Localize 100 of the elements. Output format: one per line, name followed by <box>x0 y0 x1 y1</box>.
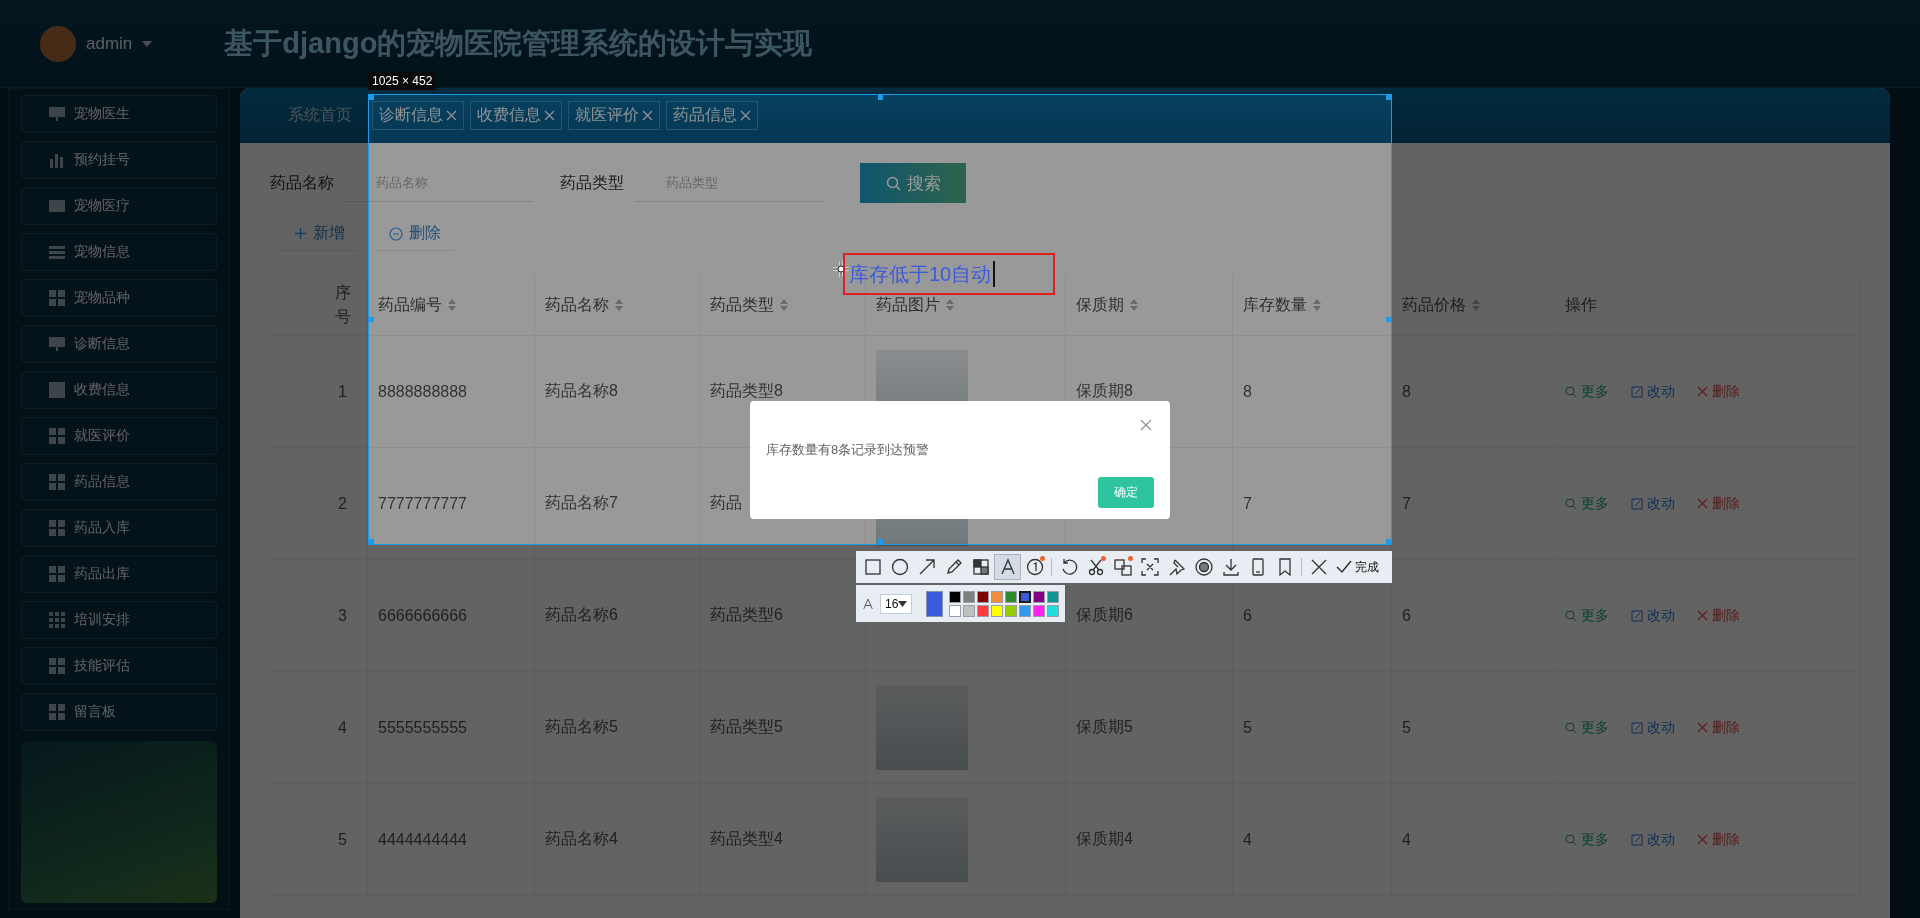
resize-handle[interactable] <box>877 95 883 100</box>
column-header[interactable]: 药品价格 <box>1392 275 1555 336</box>
color-swatch[interactable] <box>1019 590 1031 603</box>
sidebar-item[interactable]: 宠物信息 <box>21 233 217 271</box>
sidebar-item[interactable]: 诊断信息 <box>21 325 217 363</box>
table-cell: 8888888888 <box>378 382 467 401</box>
sidebar-item[interactable]: 留言板 <box>21 693 217 731</box>
sort-icon[interactable] <box>1313 299 1321 311</box>
search-icon <box>1565 497 1577 510</box>
column-header[interactable]: 药品名称 <box>535 275 700 336</box>
delete-link[interactable]: 删除 <box>1697 606 1740 625</box>
sidebar-item[interactable]: 宠物品种 <box>21 279 217 317</box>
table-cell-text: 药品名称5 <box>545 717 618 737</box>
color-swatch[interactable] <box>1005 590 1017 603</box>
resize-handle[interactable] <box>1386 539 1391 544</box>
delete-link[interactable]: 删除 <box>1697 830 1740 849</box>
close-icon <box>1697 498 1708 509</box>
tab[interactable]: 收费信息 <box>470 101 562 130</box>
delete-link[interactable]: 删除 <box>1697 494 1740 513</box>
toolbar-button[interactable] <box>994 554 1021 580</box>
tab[interactable]: 就医评价 <box>568 101 660 130</box>
search-button[interactable]: 搜索 <box>860 163 966 203</box>
more-link[interactable]: 更多 <box>1565 494 1609 513</box>
color-swatch[interactable] <box>1005 604 1017 617</box>
color-swatch[interactable] <box>991 604 1003 617</box>
sidebar-item[interactable]: 药品出库 <box>21 555 217 593</box>
color-swatch[interactable] <box>963 604 975 617</box>
caret-icon[interactable] <box>142 40 153 47</box>
table-cell: 6 <box>1243 606 1252 625</box>
font-size-select[interactable]: 16 <box>880 593 913 614</box>
sidebar-item[interactable]: 药品入库 <box>21 509 217 547</box>
color-swatch[interactable] <box>949 590 961 603</box>
table-cell: 6 <box>1402 606 1411 625</box>
delete-link[interactable]: 删除 <box>1697 718 1740 737</box>
delete-link[interactable]: 删除 <box>1697 382 1740 401</box>
sidebar-item[interactable]: 宠物医生 <box>21 95 217 133</box>
color-swatch[interactable] <box>1033 604 1045 617</box>
table-cell-text: 药品名称4 <box>545 829 618 849</box>
color-swatch[interactable] <box>991 590 1003 603</box>
color-swatch[interactable] <box>977 590 989 603</box>
edit-icon <box>1631 833 1643 846</box>
table-cell: 7777777777 <box>378 494 467 513</box>
confirm-button[interactable]: 确定 <box>1098 477 1154 508</box>
more-link[interactable]: 更多 <box>1565 606 1609 625</box>
color-swatch[interactable] <box>963 590 975 603</box>
notification-dot <box>1101 556 1106 561</box>
sort-icon[interactable] <box>615 299 623 311</box>
size-label: 1025 × 452 <box>368 72 437 90</box>
sidebar-item[interactable]: 宠物医疗 <box>21 187 217 225</box>
close-icon[interactable] <box>1140 419 1152 431</box>
sidebar-item[interactable]: 药品信息 <box>21 463 217 501</box>
color-swatch[interactable] <box>1047 604 1059 617</box>
resize-handle[interactable] <box>369 539 374 544</box>
color-swatch[interactable] <box>1033 590 1045 603</box>
plus-icon <box>294 227 307 240</box>
sidebar-item[interactable]: 预约挂号 <box>21 141 217 179</box>
current-color-swatch[interactable] <box>926 590 943 617</box>
sidebar-item[interactable]: 技能评估 <box>21 647 217 685</box>
user-menu[interactable]: admin <box>86 33 133 54</box>
edit-link[interactable]: 改动 <box>1631 494 1675 513</box>
more-link[interactable]: 更多 <box>1565 382 1609 401</box>
sidebar-item[interactable]: 就医评价 <box>21 417 217 455</box>
tab[interactable]: 诊断信息 <box>372 101 464 130</box>
edit-link[interactable]: 改动 <box>1631 718 1675 737</box>
resize-handle[interactable] <box>1386 317 1391 322</box>
field-label: 药品名称 <box>270 172 334 193</box>
sort-icon[interactable] <box>448 299 456 311</box>
table-cell-text: 药品名称6 <box>545 605 618 625</box>
sort-icon[interactable] <box>1130 299 1138 311</box>
sidebar-item[interactable]: 收费信息 <box>21 371 217 409</box>
record-icon <box>1193 557 1214 577</box>
edit-link[interactable]: 改动 <box>1631 830 1675 849</box>
sidebar-item[interactable]: 培训安排 <box>21 601 217 639</box>
resize-handle[interactable] <box>369 317 374 322</box>
table-cell: 1 <box>338 382 347 401</box>
grid-icon <box>48 657 66 675</box>
more-link[interactable]: 更多 <box>1565 718 1609 737</box>
sort-icon[interactable] <box>946 299 954 311</box>
edit-icon <box>1631 385 1643 398</box>
color-swatch[interactable] <box>949 604 961 617</box>
resize-handle[interactable] <box>1386 95 1391 100</box>
column-header[interactable]: 保质期 <box>1066 275 1233 336</box>
tab[interactable]: 药品信息 <box>666 101 758 130</box>
download-icon <box>1220 557 1241 577</box>
edit-link[interactable]: 改动 <box>1631 382 1675 401</box>
resize-handle[interactable] <box>877 539 883 544</box>
edit-link[interactable]: 改动 <box>1631 606 1675 625</box>
tab[interactable]: 系统首页 <box>288 105 352 126</box>
column-header: 操作 <box>1555 275 1860 336</box>
color-swatch[interactable] <box>1019 604 1031 617</box>
done-button[interactable]: 完成 <box>1334 558 1381 576</box>
table-cell: 5 <box>1243 718 1252 737</box>
table-cell-text: 药品类型8 <box>710 381 783 401</box>
color-swatch[interactable] <box>1047 590 1059 603</box>
resize-handle[interactable] <box>369 95 374 100</box>
text-annotation-box[interactable]: 库存低于10自动 <box>843 253 1055 295</box>
more-link[interactable]: 更多 <box>1565 830 1609 849</box>
color-swatch[interactable] <box>977 604 989 617</box>
sort-icon[interactable] <box>780 299 788 311</box>
notification-dot <box>1128 556 1133 561</box>
